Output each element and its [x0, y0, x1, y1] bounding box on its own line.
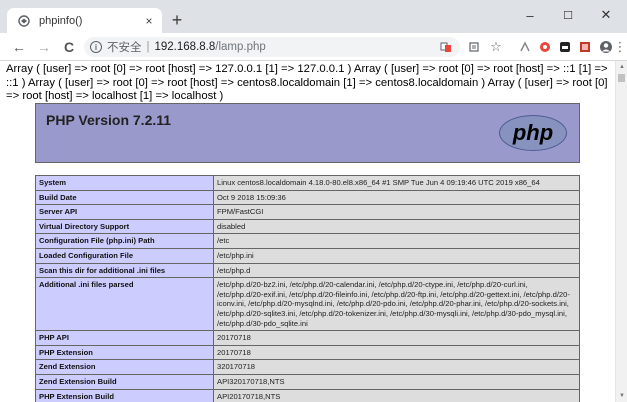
- menu-icon[interactable]: ⋮: [614, 38, 627, 56]
- row-key: Server API: [35, 204, 214, 220]
- php-version-title: PHP Version 7.2.11: [46, 112, 172, 128]
- url-host: 192.168.8.8: [154, 41, 216, 53]
- table-row: Additional .ini files parsed/etc/php.d/2…: [35, 277, 580, 332]
- extension-a-icon[interactable]: [516, 38, 534, 56]
- row-key: Build Date: [35, 189, 214, 206]
- row-value: 20170718: [213, 344, 580, 361]
- bookmark-star-icon[interactable]: ☆: [487, 38, 505, 56]
- profile-icon[interactable]: [597, 38, 615, 56]
- minimize-button[interactable]: –: [510, 0, 550, 30]
- table-row: PHP API 20170718: [35, 330, 580, 346]
- maximize-button[interactable]: ☐: [548, 0, 588, 30]
- row-value: Oct 9 2018 15:09:36: [213, 189, 580, 206]
- not-secure-label: 不安全: [107, 42, 142, 54]
- extension-c-icon[interactable]: [556, 38, 574, 56]
- row-key: Scan this dir for additional .ini files: [35, 262, 214, 279]
- close-window-button[interactable]: ✕: [586, 0, 626, 30]
- scroll-down-arrow-icon[interactable]: ▼: [616, 390, 627, 402]
- table-row: Virtual Directory Support disabled: [35, 218, 580, 235]
- vertical-scrollbar[interactable]: ▲ ▼: [615, 61, 627, 402]
- row-value: /etc/php.d/20-bz2.ini, /etc/php.d/20-cal…: [213, 277, 580, 332]
- row-key: Virtual Directory Support: [35, 218, 214, 235]
- row-value: API20170718,NTS: [213, 388, 580, 402]
- table-row: Loaded Configuration File/etc/php.ini: [35, 247, 580, 264]
- row-value: 20170718: [213, 330, 580, 346]
- address-bar[interactable]: i 不安全 | 192.168.8.8 /lamp.php: [84, 37, 460, 57]
- row-value: /etc: [213, 233, 580, 249]
- php-logo-icon: php: [499, 115, 567, 151]
- info-icon[interactable]: i: [90, 41, 102, 53]
- row-key: Loaded Configuration File: [35, 247, 214, 264]
- table-row: Server API FPM/FastCGI: [35, 204, 580, 220]
- row-key: Configuration File (php.ini) Path: [35, 233, 214, 249]
- row-value: /etc/php.ini: [213, 247, 580, 264]
- row-key: PHP Extension Build: [35, 388, 214, 402]
- tab-title: phpinfo(): [39, 14, 83, 27]
- table-row: Configuration File (php.ini) Path/etc: [35, 233, 580, 249]
- row-value: /etc/php.d: [213, 262, 580, 279]
- table-row: System Linux centos8.localdomain 4.18.0-8…: [35, 175, 580, 191]
- table-row: Zend Extension 320170718: [35, 359, 580, 375]
- table-row: Build Date Oct 9 2018 15:09:36: [35, 189, 580, 206]
- close-tab-icon[interactable]: ×: [142, 14, 156, 28]
- new-tab-button[interactable]: +: [167, 10, 187, 30]
- scroll-up-arrow-icon[interactable]: ▲: [616, 61, 627, 73]
- toolbar: ← → C i 不安全 | 192.168.8.8 /lamp.php ☆ ⋮: [0, 33, 627, 61]
- row-value: FPM/FastCGI: [213, 204, 580, 220]
- back-button[interactable]: ←: [8, 36, 30, 58]
- phpinfo-block: PHP Version 7.2.11 php System Linux cento…: [35, 103, 580, 402]
- tab-phpinfo[interactable]: phpinfo() ×: [7, 8, 162, 33]
- row-key: PHP API: [35, 330, 214, 346]
- reload-button[interactable]: C: [58, 36, 80, 58]
- address-separator: |: [146, 41, 150, 53]
- translate-icon[interactable]: [437, 38, 455, 56]
- page-content: Array ( [user] => root [0] => root [host…: [0, 61, 615, 402]
- globe-icon: [17, 14, 31, 28]
- phpinfo-table: System Linux centos8.localdomain 4.18.0-8…: [35, 175, 580, 402]
- extension-d-icon[interactable]: [576, 38, 594, 56]
- tab-strip: phpinfo() × + – ☐ ✕: [0, 0, 627, 33]
- row-key: Zend Extension: [35, 359, 214, 375]
- table-row: PHP Extension 20170718: [35, 344, 580, 361]
- row-value: Linux centos8.localdomain 4.18.0-80.el8.…: [213, 175, 580, 191]
- reader-icon[interactable]: [465, 38, 483, 56]
- phpinfo-header: PHP Version 7.2.11 php: [35, 103, 580, 163]
- forward-button[interactable]: →: [33, 36, 55, 58]
- extension-b-icon[interactable]: [536, 38, 554, 56]
- table-row: Zend Extension Build API320170718,NTS: [35, 373, 580, 390]
- row-key: System: [35, 175, 214, 191]
- row-key: PHP Extension: [35, 344, 214, 361]
- scrollbar-thumb[interactable]: [618, 74, 625, 82]
- row-value: 320170718: [213, 359, 580, 375]
- row-key: Additional .ini files parsed: [35, 277, 214, 332]
- row-value: disabled: [213, 218, 580, 235]
- array-dump-text: Array ( [user] => root [0] => root [host…: [6, 63, 608, 102]
- url-path: /lamp.php: [215, 41, 266, 53]
- table-row: Scan this dir for additional .ini files /…: [35, 262, 580, 279]
- row-key: Zend Extension Build: [35, 373, 214, 390]
- row-value: API320170718,NTS: [213, 373, 580, 390]
- table-row: PHP Extension Build API20170718,NTS: [35, 388, 580, 402]
- browser-window: phpinfo() × + – ☐ ✕ ← → C i 不安全 | 192.16…: [0, 0, 627, 402]
